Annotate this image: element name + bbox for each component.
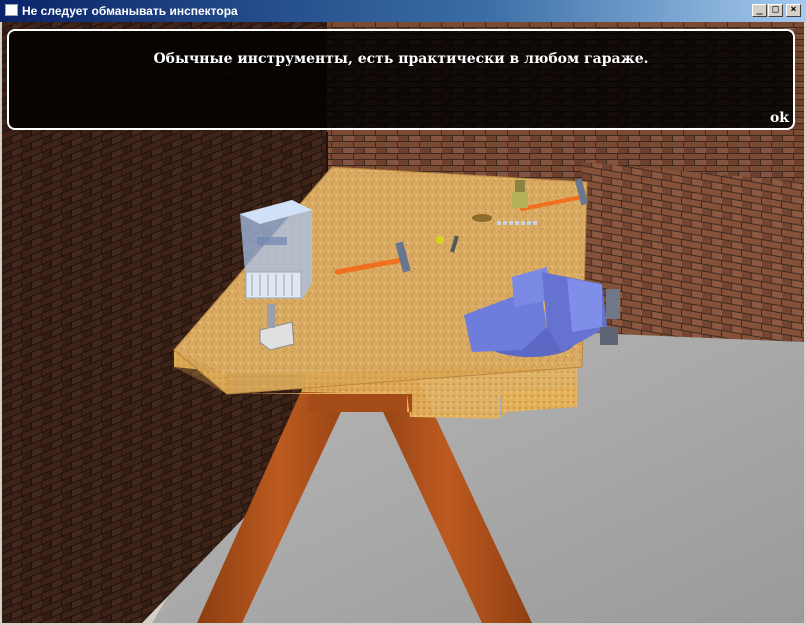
game-window: Не следует обманывать инспектора _ □ × О…	[0, 0, 806, 625]
small-bolt	[436, 236, 444, 244]
nut-pile	[472, 214, 492, 222]
brick-wall-right	[582, 162, 804, 352]
window-title: Не следует обманывать инспектора	[22, 4, 238, 18]
app-icon	[5, 4, 18, 16]
title-bar[interactable]: Не следует обманывать инспектора _ □ ×	[0, 0, 806, 22]
game-viewport[interactable]: Обычные инструменты, есть практически в …	[2, 22, 804, 623]
maximize-button[interactable]: □	[768, 4, 783, 17]
glass-box	[240, 200, 312, 299]
ok-button[interactable]: ok	[766, 110, 793, 126]
close-button[interactable]: ×	[786, 4, 801, 17]
minimize-button[interactable]: _	[752, 4, 767, 17]
dialog-message: Обычные инструменты, есть практически в …	[153, 51, 649, 67]
message-dialog: Обычные инструменты, есть практически в …	[7, 29, 795, 130]
